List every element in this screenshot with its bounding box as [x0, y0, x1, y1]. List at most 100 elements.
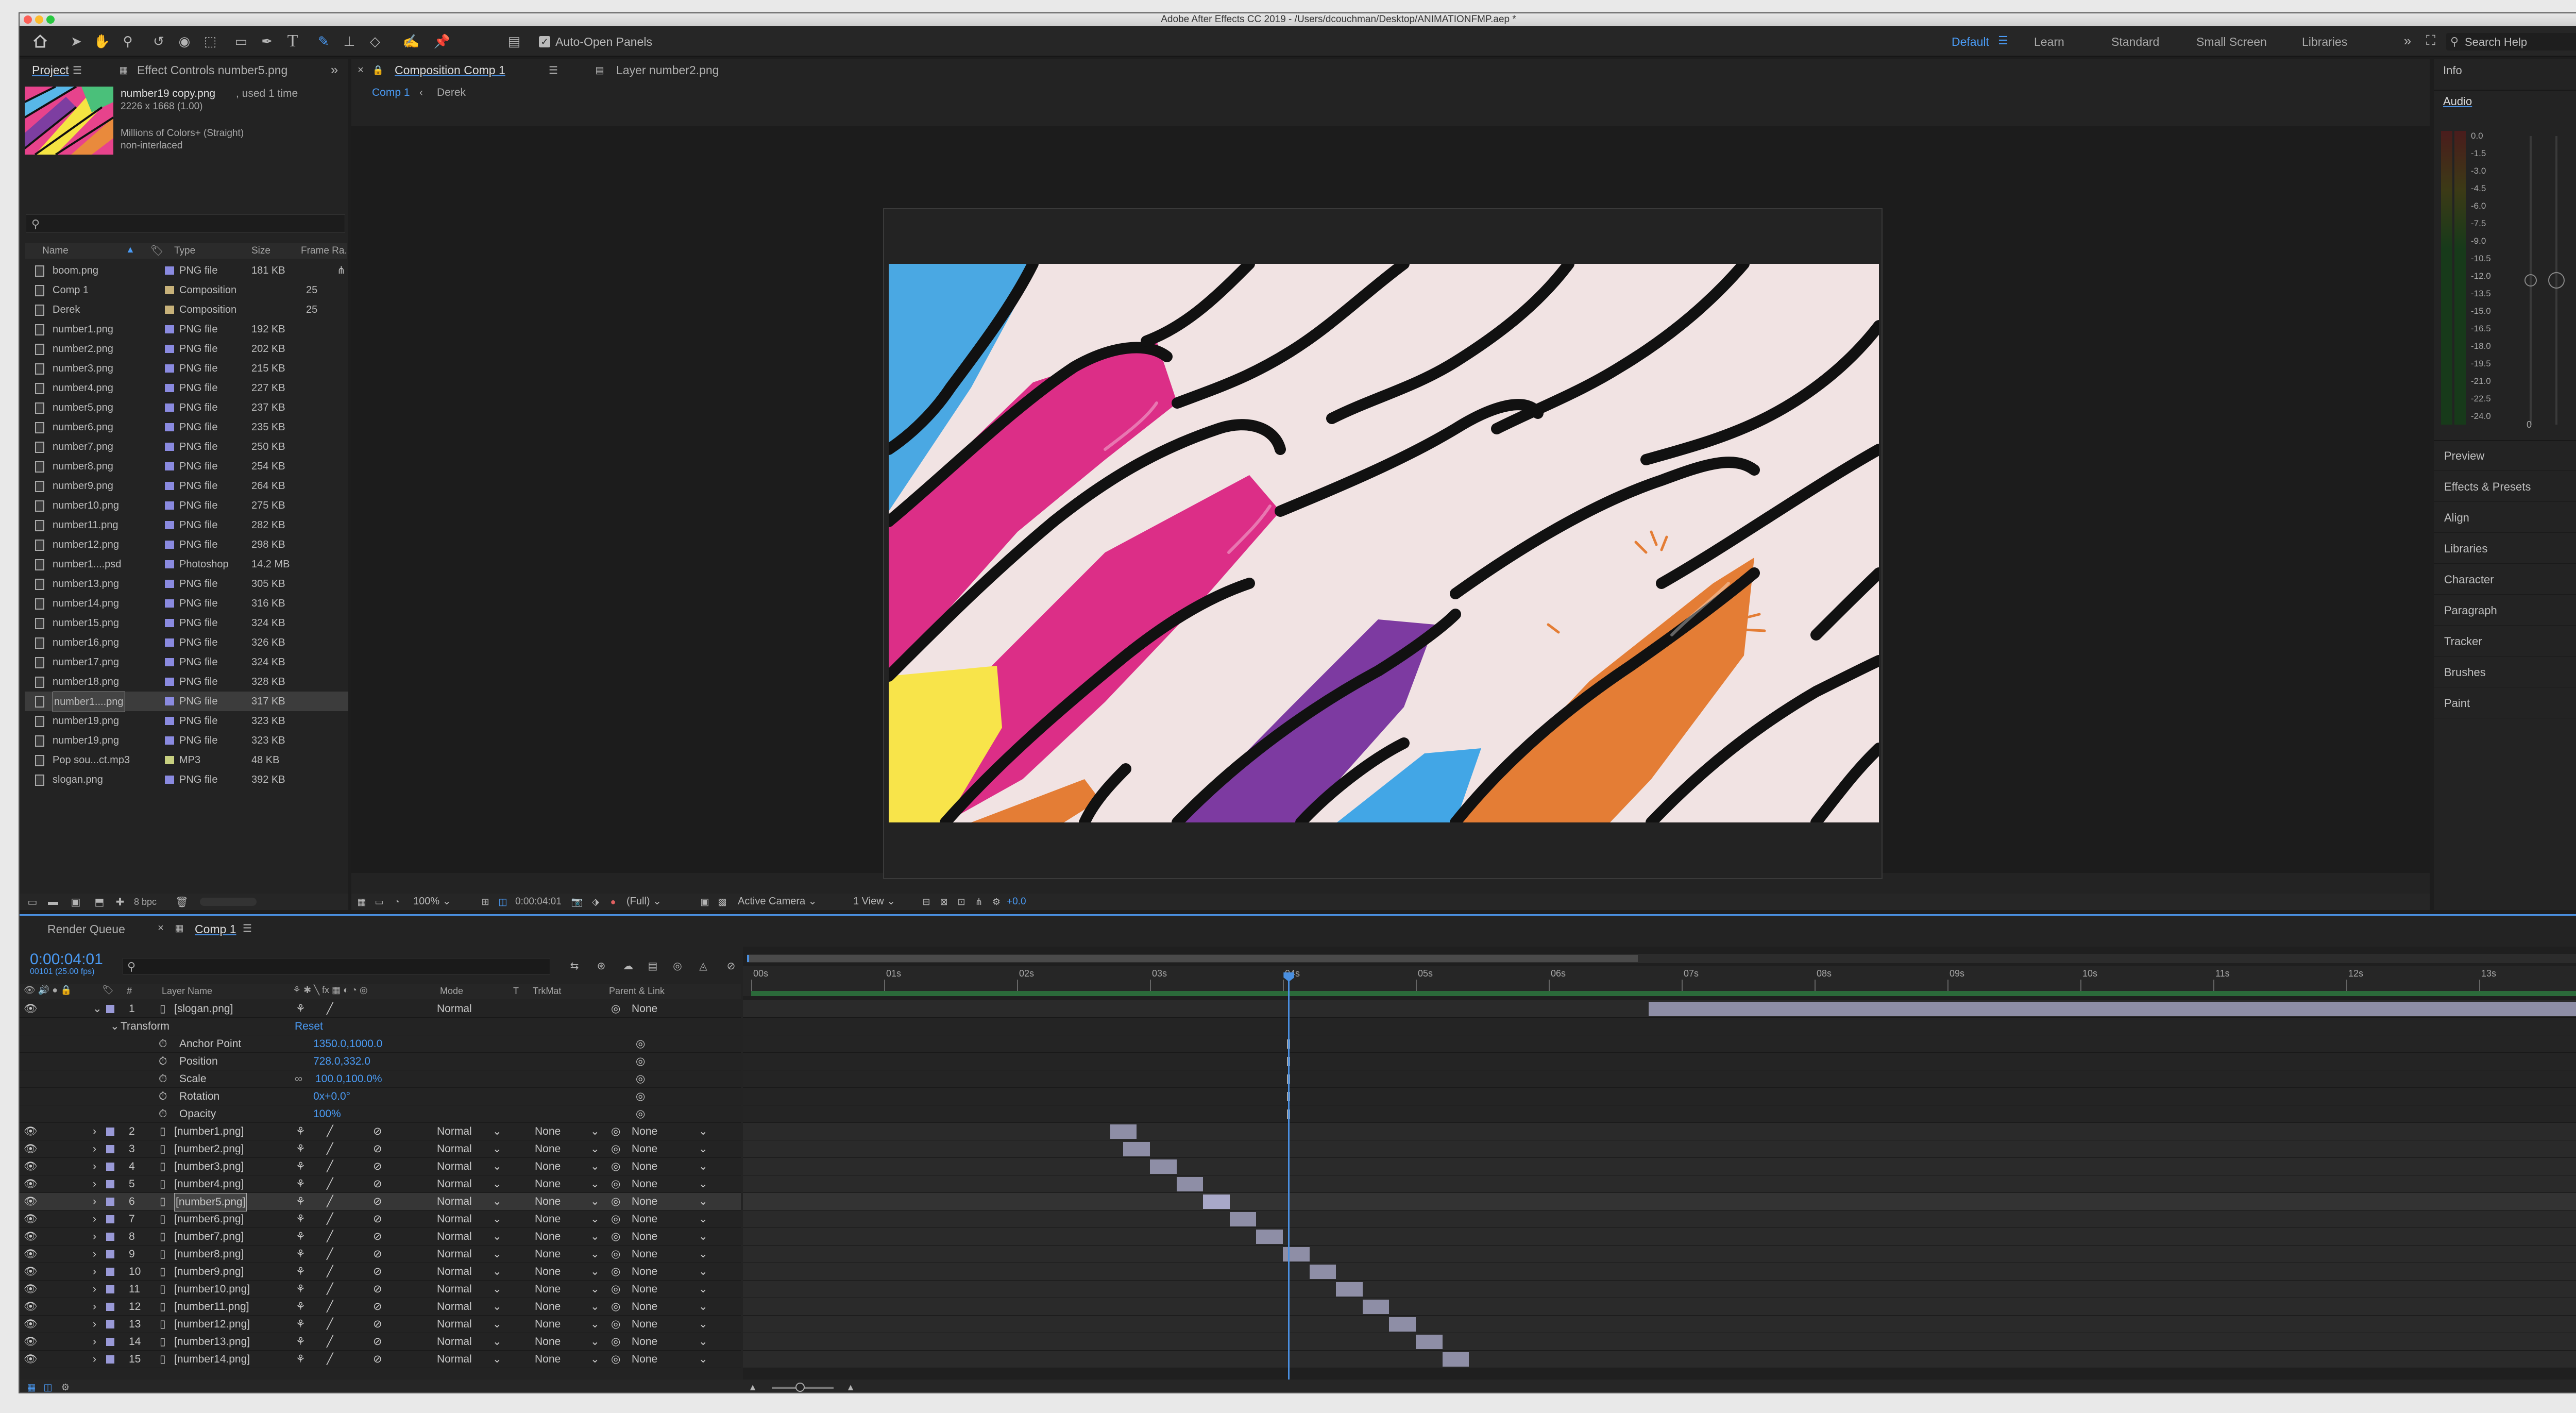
shy-switch-icon[interactable]: ⚘ [296, 1158, 306, 1175]
layer-name[interactable]: [number3.png] [174, 1158, 244, 1175]
mode-dropdown[interactable]: Normal [437, 1333, 472, 1351]
label-color-swatch[interactable] [165, 364, 174, 373]
toggle-pixel-aspect-icon[interactable]: ⊟ [919, 895, 934, 909]
chevron-down-icon[interactable]: ⌄ [493, 1193, 502, 1210]
trkmat-dropdown[interactable]: None [535, 1246, 561, 1263]
layer-row[interactable]: 👁 › 14 ▯ [number13.png] ⚘ ╱ ⊘ Normal ⌄ None ⌄ ◎ None ⌄ [20, 1333, 741, 1351]
chevron-down-icon[interactable]: ⌄ [699, 1263, 708, 1281]
quality-switch-icon[interactable]: ╱ [327, 1228, 333, 1246]
panel-item-preview[interactable]: Preview [2434, 441, 2576, 471]
tab-project[interactable]: Project [25, 59, 76, 81]
expression-pickwhip-icon[interactable]: ◎ [636, 1088, 645, 1105]
pen-tool-icon[interactable]: ✒ [257, 31, 277, 52]
chevron-down-icon[interactable]: ⌄ [590, 1175, 600, 1193]
chevron-down-icon[interactable]: ⌄ [493, 1210, 502, 1228]
project-item[interactable]: number18.png PNG file 328 KB [25, 672, 348, 692]
label-swatch[interactable] [106, 1233, 114, 1241]
label-color-swatch[interactable] [165, 638, 174, 647]
twirl-closed-icon[interactable]: › [93, 1210, 96, 1228]
eye-icon[interactable]: 👁 [24, 1158, 38, 1175]
brush-tool-icon[interactable]: ✎ [313, 31, 334, 52]
label-swatch[interactable] [106, 1268, 114, 1276]
shy-switch-icon[interactable]: ⚘ [296, 1298, 306, 1316]
motion-blur-switch-icon[interactable]: ⊘ [373, 1123, 382, 1140]
quality-switch-icon[interactable]: ╱ [327, 1210, 333, 1228]
property-row[interactable]: ⏱ Scale ∞ 100.0,100.0% ◎ [20, 1070, 741, 1088]
parent-dropdown[interactable]: None [632, 1175, 657, 1193]
flowchart-node-icon[interactable]: ⋔ [337, 261, 346, 280]
quality-switch-icon[interactable]: ╱ [327, 1193, 333, 1210]
chevron-down-icon[interactable]: ⌄ [493, 1351, 502, 1368]
chevron-down-icon[interactable]: ⌄ [699, 1193, 708, 1210]
safe-margins-icon[interactable]: ⊞ [478, 895, 493, 909]
twirl-closed-icon[interactable]: › [93, 1316, 96, 1333]
eraser-tool-icon[interactable]: ◇ [365, 31, 385, 52]
layer-duration-bar[interactable] [1256, 1230, 1283, 1244]
chevron-down-icon[interactable]: ⌄ [493, 1140, 502, 1158]
layer-duration-bar[interactable] [1150, 1159, 1177, 1174]
graph-editor-icon[interactable]: ◬ [694, 957, 712, 974]
label-swatch[interactable] [106, 1320, 114, 1328]
label-color-swatch[interactable] [165, 325, 174, 333]
zoom-out-icon[interactable]: ▲ [746, 1381, 759, 1392]
parent-dropdown[interactable]: None [632, 1263, 657, 1281]
layer-duration-bar[interactable] [1416, 1335, 1443, 1349]
label-color-swatch[interactable] [165, 462, 174, 470]
mode-dropdown[interactable]: Normal [437, 1158, 472, 1175]
mode-dropdown[interactable]: Normal [437, 1210, 472, 1228]
label-swatch[interactable] [106, 1215, 114, 1223]
parent-dropdown[interactable]: None [632, 1316, 657, 1333]
flowchart-icon[interactable]: ⬒ [92, 895, 107, 909]
mask-visibility-icon[interactable]: ◫ [496, 895, 510, 909]
time-navigator-range[interactable] [747, 955, 1638, 962]
parent-dropdown[interactable]: None [632, 1158, 657, 1175]
chevron-down-icon[interactable]: ⌄ [493, 1281, 502, 1298]
chevron-down-icon[interactable]: ⌄ [493, 1333, 502, 1351]
layer-duration-bar[interactable] [1336, 1282, 1363, 1297]
timeline-menu-icon[interactable]: ☰ [240, 921, 255, 935]
shy-switch-icon[interactable]: ⚘ [296, 1193, 306, 1210]
playhead[interactable] [1283, 972, 1295, 1380]
layer-duration-bar[interactable] [1389, 1317, 1416, 1332]
info-panel-title[interactable]: Info [2443, 64, 2462, 77]
chevron-down-icon[interactable]: ⌄ [493, 1298, 502, 1316]
label-color-swatch[interactable] [165, 286, 174, 294]
eye-icon[interactable]: 👁 [24, 1246, 38, 1263]
parent-pickwhip-icon[interactable]: ◎ [611, 1228, 620, 1246]
motion-blur-switch-icon[interactable]: ⊘ [373, 1316, 382, 1333]
label-swatch[interactable] [106, 1145, 114, 1153]
workspace-learn[interactable]: Learn [2034, 35, 2064, 49]
motion-blur-switch-icon[interactable]: ⊘ [373, 1228, 382, 1246]
project-item[interactable]: number6.png PNG file 235 KB [25, 417, 348, 437]
expression-pickwhip-icon[interactable]: ◎ [636, 1053, 645, 1070]
project-item[interactable]: slogan.png PNG file 392 KB [25, 770, 348, 789]
mode-dropdown[interactable]: Normal [437, 1193, 472, 1210]
motion-blur-switch-icon[interactable]: ⊘ [373, 1246, 382, 1263]
chevron-down-icon[interactable]: ⌄ [493, 1158, 502, 1175]
mode-dropdown[interactable]: Normal [437, 1140, 472, 1158]
new-folder-icon[interactable]: ▬ [45, 895, 61, 909]
column-name[interactable]: Name [42, 245, 69, 257]
trkmat-dropdown[interactable]: None [535, 1351, 561, 1368]
chevron-down-icon[interactable]: ⌄ [699, 1140, 708, 1158]
property-value[interactable]: 100% [313, 1105, 341, 1123]
chevron-down-icon[interactable]: ⌄ [493, 1316, 502, 1333]
label-color-swatch[interactable] [165, 443, 174, 451]
shy-switch-icon[interactable]: ⚘ [296, 1175, 306, 1193]
panel-item-paint[interactable]: Paint [2434, 688, 2576, 718]
show-snapshot-icon[interactable]: ⬗ [588, 895, 603, 909]
chevron-down-icon[interactable]: ⌄ [699, 1316, 708, 1333]
layer-duration-bar[interactable] [1442, 1352, 1469, 1367]
layer-name[interactable]: [number5.png] [174, 1193, 247, 1212]
chevron-down-icon[interactable]: ⌄ [590, 1316, 600, 1333]
eye-icon[interactable]: 👁 [24, 1333, 38, 1351]
breadcrumb-derek[interactable]: Derek [437, 87, 466, 99]
panel-item-align[interactable]: Align [2434, 503, 2576, 533]
stopwatch-icon[interactable]: ⏱ [159, 1105, 167, 1123]
motion-blur-switch-icon[interactable]: ⊘ [373, 1140, 382, 1158]
parent-pickwhip-icon[interactable]: ◎ [611, 1246, 620, 1263]
tab-composition[interactable]: Composition Comp 1 [387, 59, 513, 81]
mode-dropdown[interactable]: Normal [437, 1246, 472, 1263]
workspace-libraries[interactable]: Libraries [2302, 35, 2347, 49]
tab-effect-controls[interactable]: Effect Controls number5.png [130, 59, 295, 81]
